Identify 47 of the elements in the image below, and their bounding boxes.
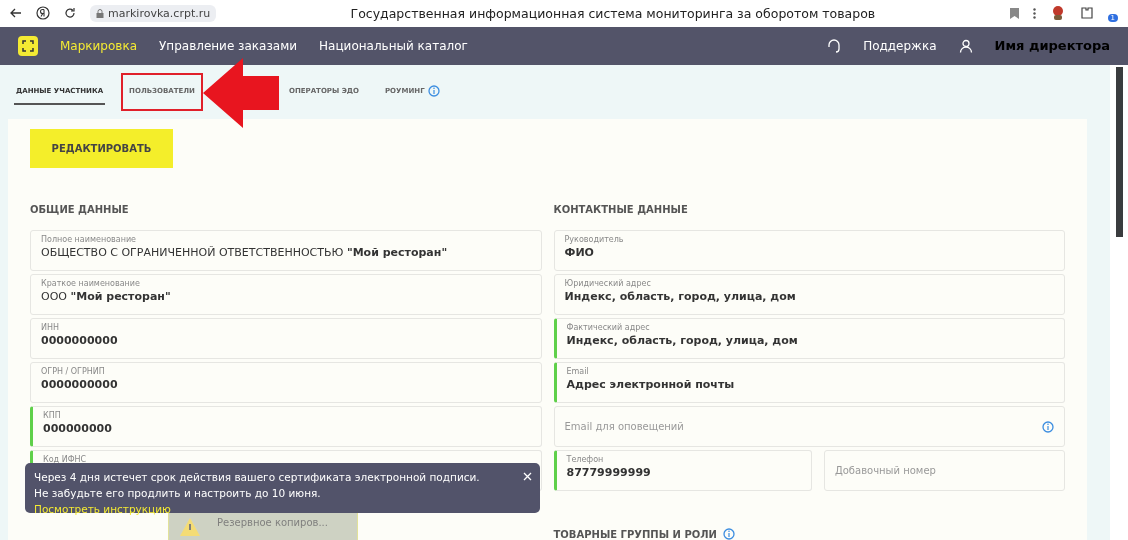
popup-title: Резервное копиров... bbox=[217, 517, 328, 528]
form-field[interactable]: Фактический адрес Индекс, область, город, улица, дом bbox=[553, 318, 1065, 359]
form-field[interactable]: КПП 000000000 bbox=[30, 406, 542, 447]
field-value: Индекс, область, город, улица, дом bbox=[564, 290, 797, 303]
toast-text: Через 4 дня истечет срок действия вашего сертификата электронной подписи. bbox=[34, 470, 480, 485]
toast-text: Не забудьте его продлить и настроить до 10 июня. bbox=[34, 486, 321, 501]
nav-link[interactable]: Национальный каталог bbox=[319, 38, 468, 53]
field-value: 0000000000 bbox=[41, 378, 119, 391]
form-field[interactable]: ОГРН / ОГРНИП 0000000000 bbox=[30, 362, 542, 403]
field-placeholder: Добавочный номер bbox=[834, 465, 936, 476]
field-placeholder: Email для оповещений bbox=[564, 421, 684, 432]
field-label: Юридический адрес bbox=[564, 279, 652, 288]
field-label: Код ИФНС bbox=[43, 455, 88, 464]
field-value: Адрес электронной почты bbox=[566, 378, 736, 391]
page-title: Государственная информационная система мониторинга за оборотом товаров bbox=[349, 5, 877, 21]
form-field[interactable]: Телефон 87779999999 bbox=[553, 450, 812, 491]
field-value: ФИО bbox=[564, 246, 595, 259]
section-title: ОБЩИЕ ДАННЫЕ bbox=[30, 204, 130, 215]
field-value: ООО "Мой ресторан" bbox=[41, 290, 172, 303]
field-value: 0000000000 bbox=[41, 334, 119, 347]
field-label: Краткое наименование bbox=[41, 279, 141, 288]
field-label: Полное наименование bbox=[41, 235, 137, 244]
field-label: ИНН bbox=[41, 323, 60, 332]
field-value: 87779999999 bbox=[566, 466, 652, 479]
form-field[interactable]: Юридический адрес Индекс, область, город, улица, дом bbox=[553, 274, 1065, 315]
nav-link[interactable]: Маркировка bbox=[60, 38, 137, 53]
address-bar[interactable]: markirovka.crpt.ru bbox=[90, 4, 217, 22]
section-title: КОНТАКТНЫЕ ДАННЫЕ bbox=[553, 204, 689, 215]
support-link[interactable]: Поддержка bbox=[863, 38, 937, 53]
field-label: ОГРН / ОГРНИП bbox=[41, 367, 106, 376]
field-label: Телефон bbox=[566, 455, 605, 464]
field-value: 000000000 bbox=[43, 422, 113, 435]
field-label: Фактический адрес bbox=[566, 323, 651, 332]
form-field[interactable]: Email Адрес электронной почты bbox=[553, 362, 1065, 403]
form-field[interactable]: Руководитель ФИО bbox=[553, 230, 1065, 271]
field-label: КПП bbox=[43, 411, 62, 420]
nav-link[interactable]: Управление заказами bbox=[159, 38, 298, 53]
field-value: ОБЩЕСТВО С ОГРАНИЧЕННОЙ ОТВЕТСТВЕННОСТЬЮ "Мой ресторан" bbox=[41, 246, 449, 259]
form-field[interactable]: ИНН 0000000000 bbox=[30, 318, 542, 359]
form-field[interactable]: Полное наименование ОБЩЕСТВО С ОГРАНИЧЕННОЙ ОТВЕТСТВЕННОСТЬЮ "Мой ресторан" bbox=[30, 230, 542, 271]
form-field[interactable]: Краткое наименование ООО "Мой ресторан" bbox=[30, 274, 542, 315]
instruction-link[interactable]: Посмотреть инструкцию bbox=[34, 503, 171, 515]
edit-button[interactable]: РЕДАКТИРОВАТЬ bbox=[30, 129, 173, 168]
section-title: ТОВАРНЫЕ ГРУППЫ И РОЛИ bbox=[553, 528, 717, 540]
field-value: Индекс, область, город, улица, дом bbox=[566, 334, 799, 347]
field-label: Руководитель bbox=[564, 235, 625, 244]
field-label: Email bbox=[566, 367, 590, 376]
